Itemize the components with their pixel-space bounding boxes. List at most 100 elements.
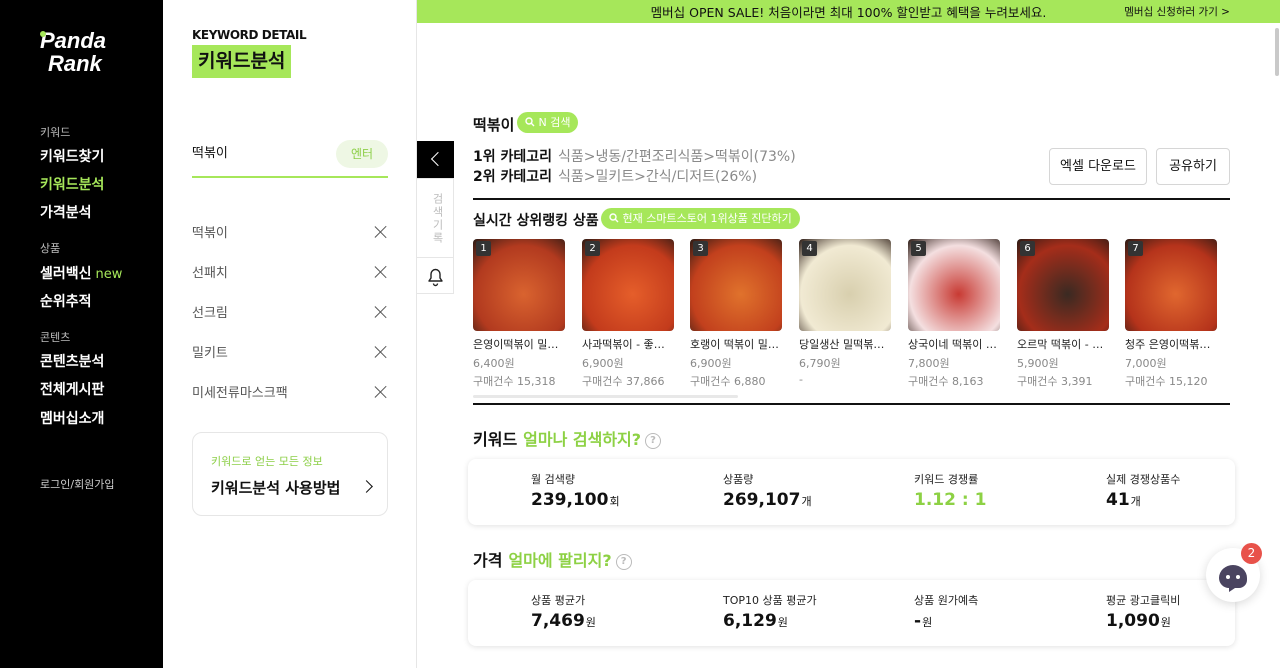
price-section-title: 가격 얼마에 팔리지?? — [473, 547, 632, 571]
metric-label: 실제 경쟁상품수 — [1106, 473, 1181, 486]
nav-item-rank-tracking[interactable]: 순위추적 — [40, 291, 92, 311]
howto-title: 키워드분석 사용방법 — [211, 479, 341, 497]
product-list: 1 은영이떡볶이 밀떡… 6,400원 구매건수 15,318 2 사과떡볶이 - 좋은…… — [473, 239, 1233, 389]
product-card[interactable]: 5 상국이네 떡볶이 -… 7,800원 구매건수 8,163 — [908, 239, 1000, 389]
nav-item-board[interactable]: 전체게시판 — [40, 379, 104, 399]
close-icon[interactable] — [374, 385, 388, 399]
metric-value: 41개 — [1106, 490, 1141, 510]
nav-item-keyword-find[interactable]: 키워드찾기 — [40, 146, 104, 166]
nav-item-seller-vaccine[interactable]: 셀러백신 new — [40, 263, 122, 283]
history-item[interactable]: 선패치 — [192, 262, 388, 302]
product-card[interactable]: 7 청주 은영이떡볶이… 7,000원 구매건수 15,120 — [1125, 239, 1217, 389]
product-name: 당일생산 밀떡볶이… — [799, 338, 891, 351]
category-label: 1위 카테고리 — [473, 149, 553, 165]
category-value: 식품>냉동/간편조리식품>떡볶이(73%) — [558, 149, 796, 165]
nav-item-content-analysis[interactable]: 콘텐츠분석 — [40, 351, 104, 371]
metric-top10-avg-price: TOP10 상품 평균가 6,129원 — [723, 592, 817, 631]
panel-title-en: KEYWORD DETAIL — [192, 28, 307, 42]
product-purchase-count: 구매건수 15,120 — [1125, 375, 1208, 388]
panel-title: 키워드분석 — [192, 45, 292, 78]
close-icon[interactable] — [374, 305, 388, 319]
rank-badge: 6 — [1020, 241, 1035, 256]
nav-item-keyword-analysis[interactable]: 키워드분석 — [40, 174, 104, 194]
product-name: 청주 은영이떡볶이… — [1125, 338, 1217, 351]
svg-text:Rank: Rank — [48, 51, 104, 76]
collapse-panel-button[interactable] — [417, 141, 454, 178]
svg-text:Panda: Panda — [40, 28, 106, 53]
metric-value: 269,107개 — [723, 490, 812, 510]
product-name: 오르막 떡볶이 - 오… — [1017, 338, 1109, 351]
nav-section-product: 상품 — [40, 242, 61, 255]
nav-section-content: 콘텐츠 — [40, 331, 71, 344]
search-bar: 엔터 — [192, 140, 388, 178]
product-image: 3 — [690, 239, 782, 331]
metric-label: 상품 원가예측 — [914, 594, 979, 607]
nav-item-price-analysis[interactable]: 가격분석 — [40, 202, 92, 222]
metric-label: 키워드 경쟁률 — [914, 473, 979, 486]
product-purchase-count: - — [799, 373, 803, 386]
metric-label: 평균 광고클릭비 — [1106, 594, 1181, 607]
bell-icon — [428, 268, 443, 287]
search-input[interactable] — [192, 144, 322, 159]
horizontal-scrollbar[interactable] — [473, 395, 738, 398]
history-item[interactable]: 밀키트 — [192, 342, 388, 382]
product-card[interactable]: 6 오르막 떡볶이 - 오… 5,900원 구매건수 3,391 — [1017, 239, 1109, 389]
product-card[interactable]: 4 당일생산 밀떡볶이… 6,790원 - — [799, 239, 891, 386]
metric-avg-ad-cpc: 평균 광고클릭비 1,090원 — [1106, 592, 1180, 631]
close-icon[interactable] — [374, 225, 388, 239]
product-name: 상국이네 떡볶이 -… — [908, 338, 1000, 351]
metric-label: 월 검색량 — [531, 473, 575, 486]
membership-link[interactable]: 멤버십 신청하러 가기 > — [1124, 4, 1230, 19]
page-scrollbar[interactable] — [1275, 28, 1279, 76]
product-price: 7,000원 — [1125, 357, 1167, 370]
diagnose-top-product-button[interactable]: 현재 스마트스토어 1위상품 진단하기 — [601, 208, 800, 229]
product-image: 6 — [1017, 239, 1109, 331]
login-link[interactable]: 로그인/회원가입 — [40, 476, 115, 492]
search-history-tab[interactable]: 검색기록 — [417, 178, 454, 258]
category-value: 식품>밀키트>간식/디저트(26%) — [558, 169, 758, 185]
nav-section-keyword: 키워드 — [40, 126, 71, 139]
search-icon — [609, 213, 619, 223]
product-card[interactable]: 3 호랭이 떡볶이 밀키… 6,900원 구매건수 6,880 — [690, 239, 782, 389]
close-icon[interactable] — [374, 345, 388, 359]
close-icon[interactable] — [374, 265, 388, 279]
product-card[interactable]: 2 사과떡볶이 - 좋은… 6,900원 구매건수 37,866 — [582, 239, 674, 389]
promo-banner: 멤버십 OPEN SALE! 처음이라면 최대 100% 할인받고 혜택을 누려… — [417, 0, 1280, 23]
history-item[interactable]: 선크림 — [192, 302, 388, 342]
history-tab-label: 검색기록 — [431, 193, 444, 245]
share-button[interactable]: 공유하기 — [1156, 148, 1230, 185]
nav-item-membership[interactable]: 멤버십소개 — [40, 408, 104, 428]
history-item[interactable]: 떡볶이 — [192, 222, 388, 262]
product-purchase-count: 구매건수 15,318 — [473, 375, 556, 388]
rank-badge: 4 — [802, 241, 817, 256]
category-rank-1: 1위 카테고리 식품>냉동/간편조리식품>떡볶이(73%) — [473, 146, 796, 166]
search-history-list: 떡볶이 선패치 선크림 밀키트 미세전류마스크팩 — [192, 222, 388, 422]
howto-card[interactable]: 키워드로 얻는 모든 정보 키워드분석 사용방법 — [192, 432, 388, 516]
app: Panda Rank 키워드 키워드찾기 키워드분석 가격분석 상품 셀러백신 n… — [0, 0, 1280, 668]
metric-value: 1,090원 — [1106, 611, 1171, 631]
notification-tab[interactable] — [417, 258, 454, 294]
metric-cost-estimate: 상품 원가예측 -원 — [914, 592, 978, 631]
enter-button[interactable]: 엔터 — [336, 140, 388, 168]
product-name: 사과떡볶이 - 좋은… — [582, 338, 674, 351]
history-item[interactable]: 미세전류마스크팩 — [192, 382, 388, 422]
excel-download-button[interactable]: 엑셀 다운로드 — [1049, 148, 1147, 185]
diagnose-label: 현재 스마트스토어 1위상품 진단하기 — [622, 212, 792, 225]
product-name: 호랭이 떡볶이 밀키… — [690, 338, 782, 351]
product-price: 6,790원 — [799, 357, 841, 370]
sidebar-nav: Panda Rank 키워드 키워드찾기 키워드분석 가격분석 상품 셀러백신 n… — [0, 0, 163, 668]
metric-value: -원 — [914, 611, 933, 631]
help-icon[interactable]: ? — [615, 554, 632, 570]
metric-real-competitors: 실제 경쟁상품수 41개 — [1106, 471, 1180, 510]
naver-search-label: N 검색 — [538, 116, 571, 129]
help-icon[interactable]: ? — [645, 433, 662, 449]
section-title: 가격 — [473, 551, 503, 570]
keyword-metrics-card: 월 검색량 239,100회 상품량 269,107개 키워드 경쟁률 1.12 : … — [468, 459, 1235, 525]
product-card[interactable]: 1 은영이떡볶이 밀떡… 6,400원 구매건수 15,318 — [473, 239, 565, 389]
product-image: 5 — [908, 239, 1000, 331]
naver-search-button[interactable]: N 검색 — [517, 112, 579, 133]
metric-value: 239,100회 — [531, 490, 620, 510]
product-price: 6,900원 — [582, 357, 624, 370]
panda-rank-logo[interactable]: Panda Rank — [38, 28, 124, 76]
chevron-right-icon — [360, 480, 373, 493]
